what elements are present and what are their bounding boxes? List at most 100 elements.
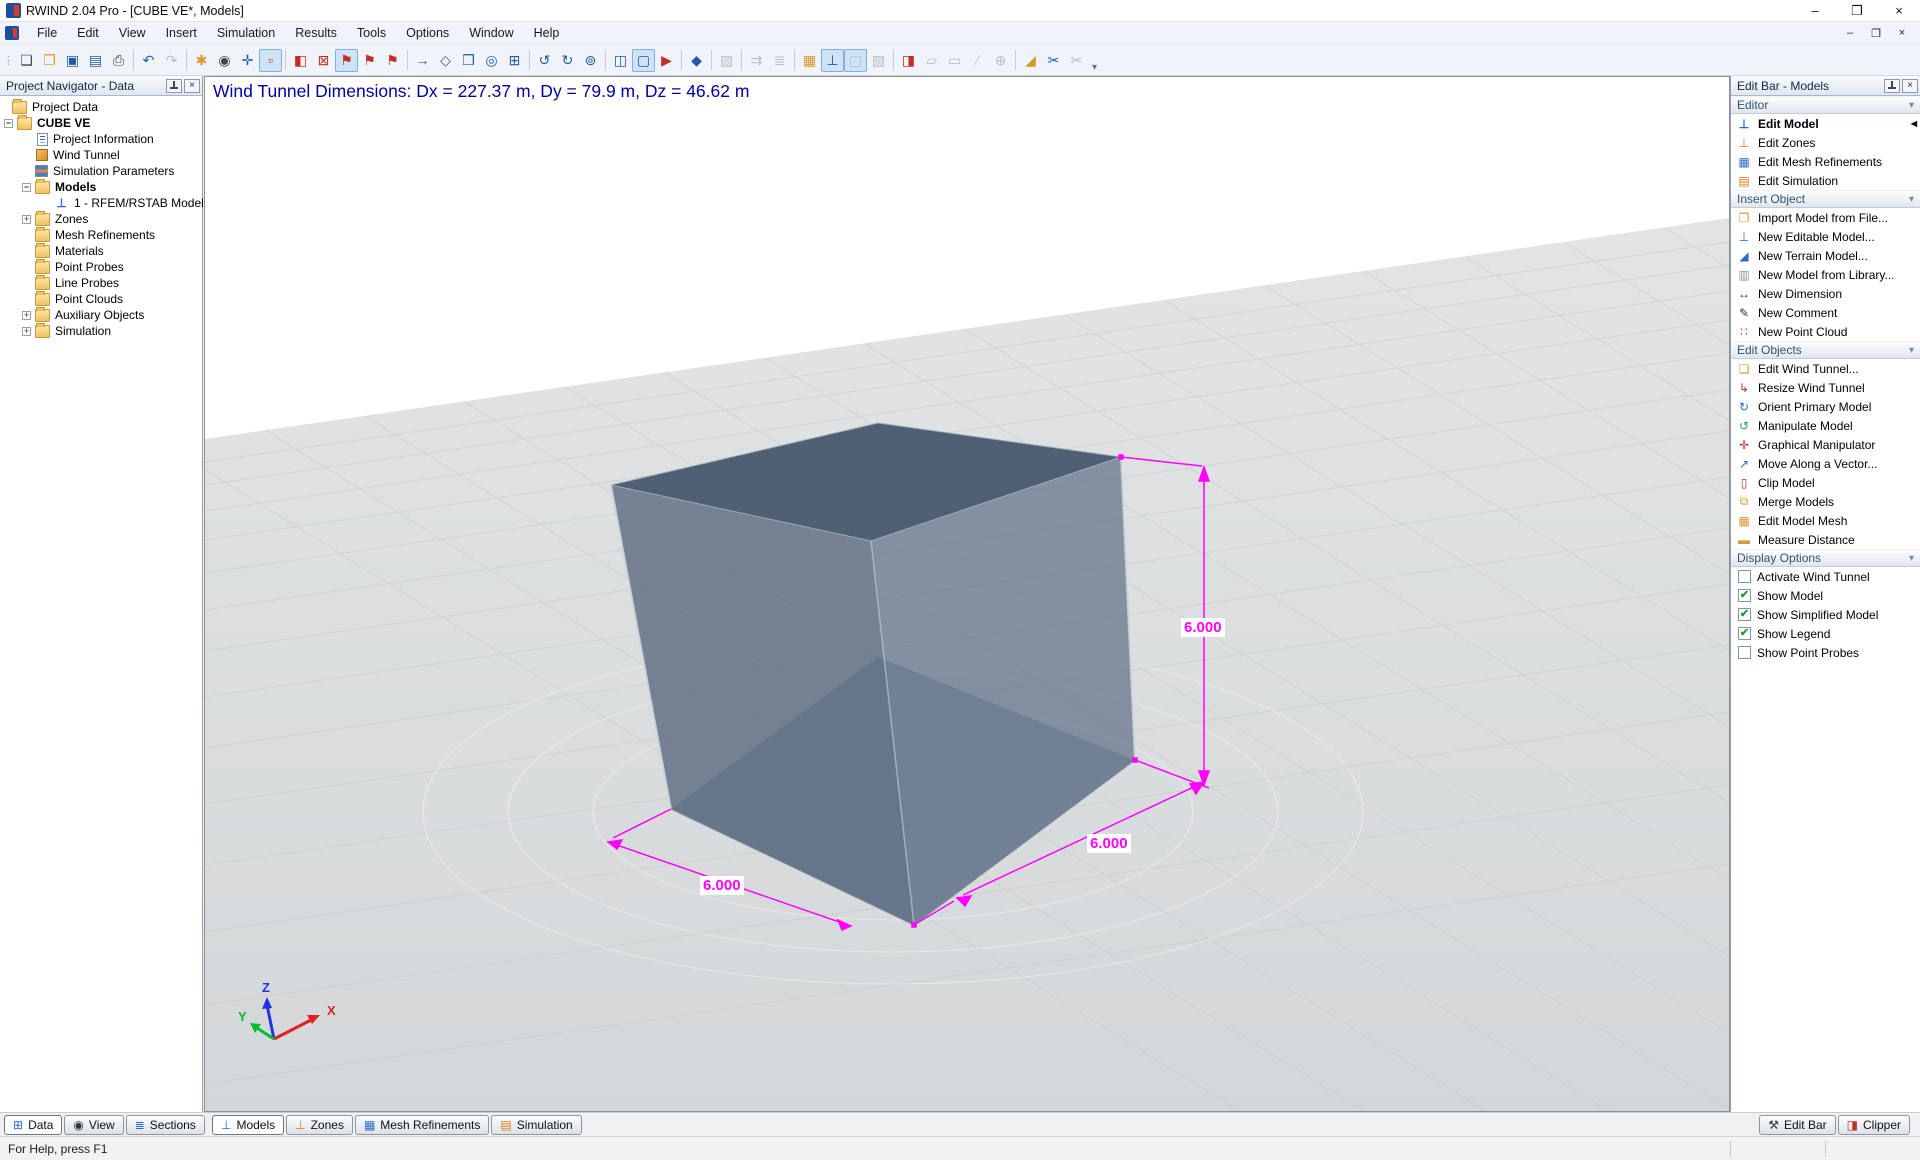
collapse-icon[interactable]: − [22, 182, 31, 192]
editbar-item-new-dimension[interactable]: ↔ New Dimension [1731, 284, 1920, 303]
tree-item-point-clouds[interactable]: Point Clouds [0, 290, 202, 307]
3d-viewport[interactable]: Wind Tunnel Dimensions: Dx = 227.37 m, D… [204, 76, 1730, 1112]
minimize-button[interactable]: – [1794, 0, 1836, 22]
edge-icon[interactable]: ∕ [966, 49, 989, 72]
editbar-item-measure-distance[interactable]: ▬ Measure Distance [1731, 530, 1920, 549]
face-icon[interactable]: ▭ [943, 49, 966, 72]
hatch-display-icon[interactable]: ▨ [715, 49, 738, 72]
expand-icon[interactable]: + [22, 214, 31, 224]
show-point-probes-checkbox[interactable]: ✔ [1738, 646, 1751, 659]
menu-tools[interactable]: Tools [347, 23, 396, 43]
pin-icon[interactable] [1884, 78, 1900, 93]
tab-models[interactable]: ⊥ Models [212, 1115, 285, 1135]
editbar-item-manipulate-model[interactable]: ↺ Manipulate Model [1731, 416, 1920, 435]
editbar-item-graphical-manipulator[interactable]: ✛ Graphical Manipulator [1731, 435, 1920, 454]
show-model-checkbox[interactable]: ✔ [1738, 589, 1751, 602]
mesh-cut-icon[interactable]: ✂ [1065, 49, 1088, 72]
isometric-view-icon[interactable]: ◇ [434, 49, 457, 72]
editbar-item-new-model-from-library[interactable]: ▥ New Model from Library... [1731, 265, 1920, 284]
expand-icon[interactable]: + [22, 326, 31, 336]
tab-view[interactable]: ◉ View [64, 1115, 124, 1135]
axes-icon[interactable]: ✛ [236, 49, 259, 72]
model-base-icon[interactable]: ▦ [798, 49, 821, 72]
pointer-mode-icon[interactable]: ▶ [655, 49, 678, 72]
editbar-item-edit-model-mesh[interactable]: ▦ Edit Model Mesh [1731, 511, 1920, 530]
editbar-item-move-along-vector[interactable]: ↗ Move Along a Vector... [1731, 454, 1920, 473]
panel-close-icon[interactable]: × [1902, 78, 1918, 93]
document-icon[interactable] [5, 26, 19, 40]
tree-item-line-probes[interactable]: Line Probes [0, 274, 202, 291]
print-preview-icon[interactable]: ▤ [84, 49, 107, 72]
editbar-item-merge-models[interactable]: ⧉ Merge Models [1731, 492, 1920, 511]
wind-direction-y-icon[interactable]: ⚑ [358, 49, 381, 72]
fit-view-icon[interactable]: ⊞ [503, 49, 526, 72]
expand-icon[interactable]: + [22, 310, 31, 320]
tree-item-models[interactable]: − Models [0, 178, 202, 195]
menu-window[interactable]: Window [459, 23, 523, 43]
menu-file[interactable]: File [27, 23, 67, 43]
menu-view[interactable]: View [109, 23, 156, 43]
flow-arrow-icon[interactable]: → [411, 49, 434, 72]
section-edit-objects[interactable]: Edit Objects ▾ [1731, 341, 1920, 359]
layers-icon[interactable]: ≣ [768, 49, 791, 72]
render-icon[interactable]: ✱ [190, 49, 213, 72]
tree-item-simulation[interactable]: + Simulation [0, 322, 202, 339]
tab-edit-bar[interactable]: ⚒ Edit Bar [1759, 1115, 1836, 1135]
tree-item-cube-ve[interactable]: − CUBE VE [0, 114, 202, 131]
option-show-simplified-model[interactable]: ✔ Show Simplified Model [1731, 605, 1920, 624]
panel-close-icon[interactable]: × [184, 78, 200, 93]
tree-item-point-probes[interactable]: Point Probes [0, 258, 202, 275]
section-display-options[interactable]: Display Options ▾ [1731, 549, 1920, 567]
undo-icon[interactable]: ↶ [137, 49, 160, 72]
new-file-icon[interactable]: ❏ [15, 49, 38, 72]
section-editor[interactable]: Editor ▾ [1731, 96, 1920, 114]
editbar-item-edit-zones[interactable]: ⊥ Edit Zones [1731, 133, 1920, 152]
tree-item-project-information[interactable]: Project Information [0, 131, 202, 147]
editbar-item-new-point-cloud[interactable]: ∷ New Point Cloud [1731, 322, 1920, 341]
menu-edit[interactable]: Edit [67, 23, 109, 43]
option-show-legend[interactable]: ✔ Show Legend [1731, 624, 1920, 643]
window-view-icon[interactable]: ❒ [457, 49, 480, 72]
editbar-item-new-editable-model[interactable]: ⊥ New Editable Model... [1731, 227, 1920, 246]
save-icon[interactable]: ▣ [61, 49, 84, 72]
toolbar-overflow-icon[interactable]: ▾ [1092, 62, 1097, 75]
rotate-left-icon[interactable]: ↺ [533, 49, 556, 72]
menu-options[interactable]: Options [396, 23, 459, 43]
tab-sections[interactable]: ≣ Sections [125, 1115, 205, 1135]
simplified-model-icon[interactable]: ▢ [844, 48, 867, 72]
option-activate-wind-tunnel[interactable]: ✔ Activate Wind Tunnel [1731, 567, 1920, 586]
editbar-item-new-comment[interactable]: ✎ New Comment [1731, 303, 1920, 322]
option-show-point-probes[interactable]: ✔ Show Point Probes [1731, 643, 1920, 662]
mdi-close-button[interactable]: × [1890, 25, 1914, 42]
editbar-item-import-model[interactable]: ❐ Import Model from File... [1731, 208, 1920, 227]
delete-model-cube-icon[interactable]: ⊠ [312, 49, 335, 72]
editbar-item-edit-mesh-refinements[interactable]: ▦ Edit Mesh Refinements [1731, 152, 1920, 171]
zones-tool-icon[interactable]: ◢ [1019, 49, 1042, 72]
restore-button[interactable]: ❐ [1836, 0, 1878, 22]
collapse-icon[interactable]: − [4, 118, 13, 128]
tree-item-wind-tunnel[interactable]: Wind Tunnel [0, 147, 202, 163]
editbar-item-clip-model[interactable]: ▯ Clip Model [1731, 473, 1920, 492]
show-model-icon[interactable]: ⊥ [821, 48, 844, 72]
tab-simulation[interactable]: ▤ Simulation [491, 1115, 582, 1135]
rotate-top-icon[interactable]: ⊚ [579, 49, 602, 72]
editbar-item-new-terrain-model[interactable]: ◢ New Terrain Model... [1731, 246, 1920, 265]
selection-box-icon[interactable]: ▫ [259, 48, 282, 72]
tree-item-auxiliary-objects[interactable]: + Auxiliary Objects [0, 306, 202, 323]
editbar-item-resize-wind-tunnel[interactable]: ↳ Resize Wind Tunnel [1731, 378, 1920, 397]
cut-tool-icon[interactable]: ✂ [1042, 49, 1065, 72]
menu-insert[interactable]: Insert [156, 23, 207, 43]
tab-zones[interactable]: ⊥ Zones [286, 1115, 353, 1135]
activate-wind-tunnel-checkbox[interactable]: ✔ [1738, 570, 1751, 583]
mdi-minimize-button[interactable]: – [1838, 25, 1862, 42]
section-insert-object[interactable]: Insert Object ▾ [1731, 190, 1920, 208]
menu-results[interactable]: Results [285, 23, 347, 43]
tab-data[interactable]: ⊞ Data [4, 1115, 63, 1135]
redo-icon[interactable]: ↷ [160, 49, 183, 72]
plane-icon[interactable]: ▱ [920, 49, 943, 72]
tab-clipper[interactable]: ◨ Clipper [1837, 1115, 1910, 1135]
editbar-item-orient-primary-model[interactable]: ↻ Orient Primary Model [1731, 397, 1920, 416]
node-rotate-icon[interactable]: ⊕ [989, 49, 1012, 72]
tree-item-mesh-refinements[interactable]: Mesh Refinements [0, 226, 202, 243]
show-legend-checkbox[interactable]: ✔ [1738, 627, 1751, 640]
